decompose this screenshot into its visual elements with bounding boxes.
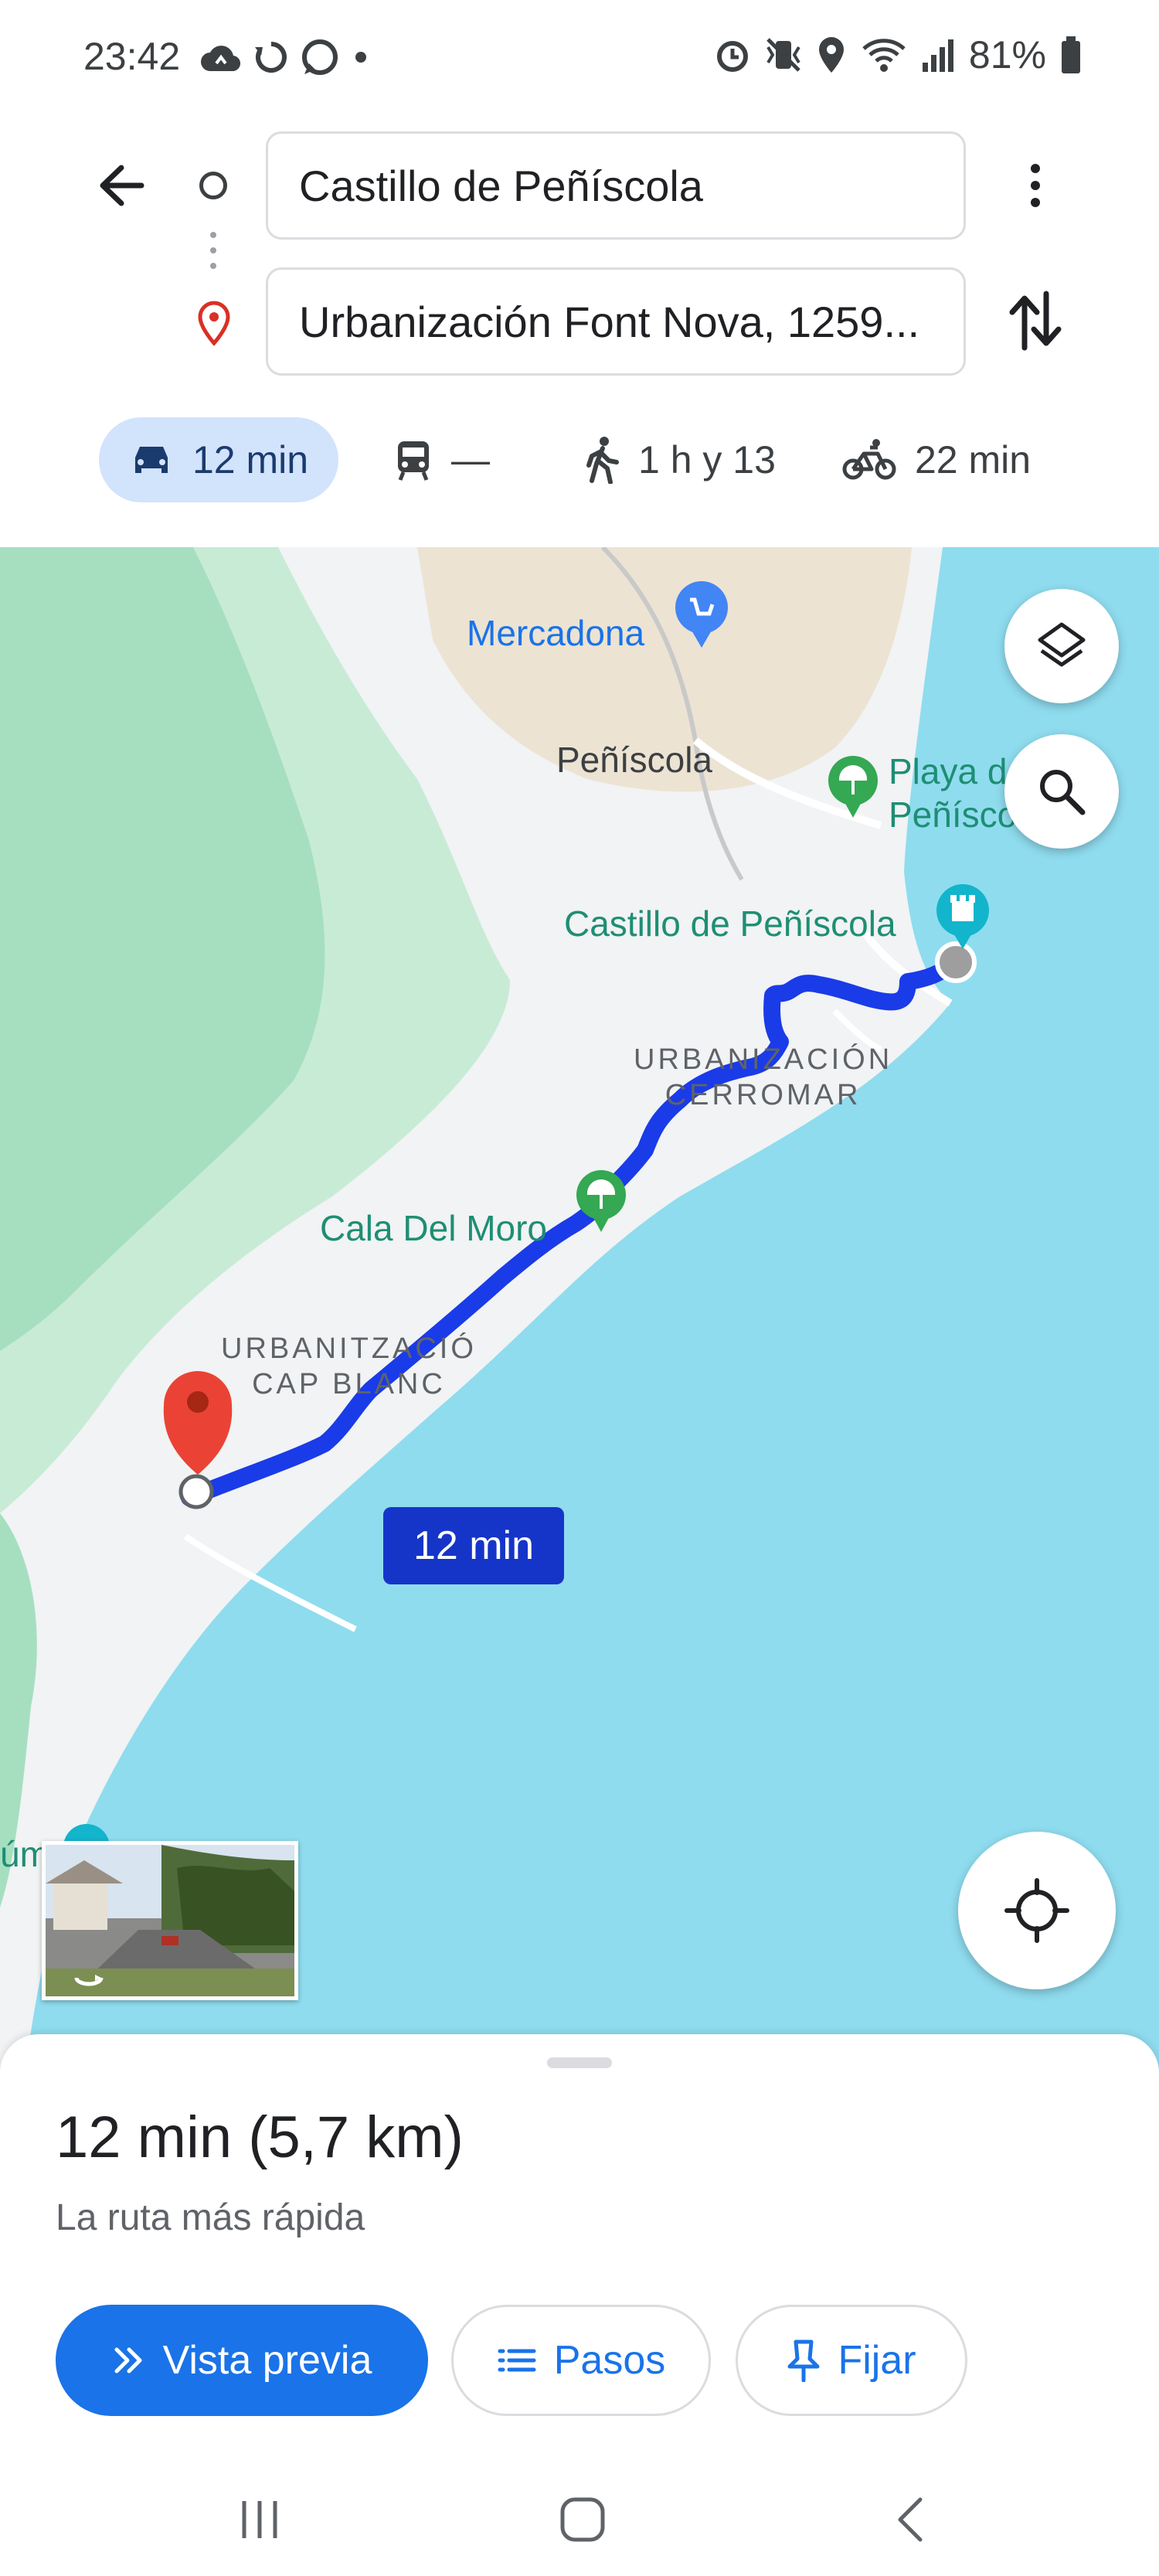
map-label-castillo[interactable]: Castillo de Peñíscola bbox=[564, 903, 896, 944]
map-label-urb-cap-blanc: URBANITZACIÓ CAP BLANC bbox=[221, 1332, 477, 1400]
route-time-label[interactable]: 12 min bbox=[383, 1507, 564, 1584]
route-summary: 12 min (5,7 km) bbox=[56, 2105, 464, 2170]
location-icon bbox=[818, 37, 844, 73]
pin-button-label: Fijar bbox=[838, 2338, 916, 2383]
layers-button[interactable] bbox=[1004, 589, 1119, 703]
list-icon bbox=[498, 2349, 536, 2372]
status-bar: 23:42 81% bbox=[0, 0, 1159, 116]
mode-transit[interactable]: — bbox=[394, 417, 490, 502]
mode-transit-label: — bbox=[451, 438, 490, 482]
mode-driving[interactable]: 12 min bbox=[99, 417, 338, 502]
wifi-icon bbox=[862, 39, 906, 72]
system-back-button[interactable] bbox=[872, 2481, 949, 2558]
system-nav-bar bbox=[0, 2458, 1159, 2576]
pin-button[interactable]: Fijar bbox=[736, 2305, 967, 2416]
cloud-sync-icon bbox=[201, 46, 241, 72]
back-button[interactable] bbox=[91, 155, 153, 216]
sync-icon bbox=[255, 42, 287, 73]
home-button[interactable] bbox=[544, 2481, 621, 2558]
dot-icon bbox=[355, 52, 366, 63]
mode-walking-label: 1 h y 13 bbox=[638, 438, 776, 482]
preview-button-label: Vista previa bbox=[162, 2338, 372, 2383]
steps-button-label: Pasos bbox=[553, 2338, 666, 2383]
crosshair-icon bbox=[1004, 1878, 1069, 1943]
chevron-left-icon bbox=[898, 2497, 923, 2542]
origin-circle-icon bbox=[199, 172, 227, 199]
map-label-playa[interactable]: Playa d Peñísco bbox=[889, 750, 1017, 836]
mode-walking[interactable]: 1 h y 13 bbox=[584, 417, 776, 502]
recent-apps-icon bbox=[242, 2501, 277, 2538]
origin-input[interactable]: Castillo de Peñíscola bbox=[266, 131, 966, 240]
mode-cycling[interactable]: 22 min bbox=[842, 417, 1031, 502]
status-time: 23:42 bbox=[83, 35, 181, 78]
travel-modes: 12 min — 1 h y 13 22 min bbox=[0, 410, 1159, 510]
arrow-back-icon bbox=[100, 165, 144, 206]
steps-button[interactable]: Pasos bbox=[451, 2305, 711, 2416]
home-icon bbox=[560, 2497, 605, 2542]
whatsapp-icon bbox=[302, 39, 338, 75]
layers-icon bbox=[1038, 622, 1086, 667]
double-chevron-right-icon bbox=[114, 2347, 142, 2374]
map-label-peniscola[interactable]: Peñíscola bbox=[556, 739, 712, 781]
bike-icon bbox=[842, 439, 896, 480]
pushpin-icon bbox=[787, 2339, 820, 2382]
signal-icon bbox=[922, 39, 953, 72]
search-icon bbox=[1040, 770, 1086, 815]
status-left-icons bbox=[199, 36, 372, 79]
map-label-urb-cerromar: URBANIZACIÓN CERROMAR bbox=[634, 1043, 893, 1111]
sheet-drag-handle[interactable] bbox=[547, 2057, 612, 2068]
swap-vertical-icon bbox=[1009, 291, 1062, 351]
mode-cycling-label: 22 min bbox=[915, 438, 1032, 482]
more-options-button[interactable] bbox=[1004, 155, 1066, 216]
preview-button[interactable]: Vista previa bbox=[56, 2305, 428, 2416]
alarm-icon bbox=[716, 41, 748, 72]
map-label-mercadona[interactable]: Mercadona bbox=[467, 612, 644, 654]
destination-input[interactable]: Urbanización Font Nova, 1259... bbox=[266, 267, 966, 376]
destination-pin-icon bbox=[196, 300, 232, 350]
vibrate-icon bbox=[766, 38, 800, 72]
swap-button[interactable] bbox=[1004, 286, 1066, 356]
recent-apps-button[interactable] bbox=[221, 2481, 298, 2558]
search-along-route-button[interactable] bbox=[1004, 734, 1119, 849]
transit-icon bbox=[398, 441, 429, 481]
map-label-cala-del-moro[interactable]: Cala Del Moro bbox=[320, 1207, 547, 1249]
battery-icon bbox=[1062, 36, 1080, 73]
route-subtitle: La ruta más rápida bbox=[56, 2197, 365, 2238]
mode-driving-label: 12 min bbox=[192, 438, 309, 482]
my-location-button[interactable] bbox=[958, 1832, 1116, 1989]
status-right-icons: 81% bbox=[714, 32, 1082, 77]
route-dots-icon bbox=[210, 232, 216, 278]
car-icon bbox=[134, 447, 168, 473]
walk-icon bbox=[586, 437, 619, 484]
battery-percent: 81% bbox=[968, 33, 1046, 77]
street-view-thumbnail[interactable] bbox=[42, 1841, 298, 2000]
